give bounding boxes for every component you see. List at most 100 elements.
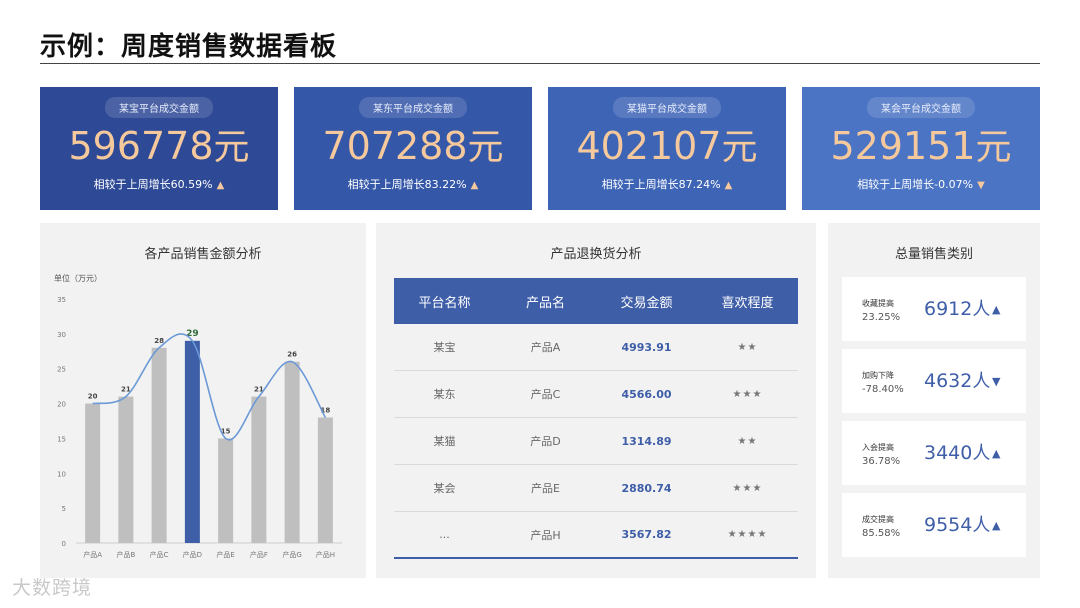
- bar-产品B: [118, 396, 134, 543]
- kpi-value: 529151元: [830, 124, 1012, 168]
- down-arrow-icon: ▼: [992, 375, 1001, 388]
- cell-platform: ...: [439, 528, 450, 541]
- table-panel-title: 产品退换货分析: [550, 247, 642, 262]
- table-row: 某猫 产品D 1314.89 ★★: [394, 418, 798, 465]
- cell-amount: 3567.82: [621, 528, 672, 541]
- category-card-cart: 加购下降 -78.40% 4632人 ▼: [842, 349, 1026, 413]
- up-arrow-icon: ▲: [992, 447, 1001, 460]
- header-product: 产品名: [525, 295, 565, 311]
- kpi-label: 某宝平台成交金额: [105, 97, 213, 118]
- kpi-compare: 相较于上周增长83.22% ▲: [347, 178, 479, 191]
- star-rating-icon: ★★: [737, 341, 758, 353]
- card-value: 9554人: [924, 514, 991, 536]
- bar-产品G: [284, 361, 300, 543]
- y-axis-unit-label: 单位（万元）: [54, 273, 102, 283]
- kpi-card-moudong: 某东平台成交金额 707288元 相较于上周增长83.22% ▲: [294, 87, 532, 210]
- card-value: 3440人: [924, 442, 991, 464]
- up-arrow-icon: ▲: [992, 303, 1001, 316]
- y-tick-label: 15: [57, 435, 66, 443]
- y-tick-label: 25: [57, 366, 66, 374]
- kpi-compare: 相较于上周增长-0.07% ▼: [857, 178, 985, 191]
- data-label: 20: [88, 393, 98, 401]
- card-label: 收藏提高 23.25%: [862, 299, 901, 323]
- y-tick-label: 20: [57, 401, 66, 409]
- cell-product: 产品E: [531, 482, 560, 495]
- header-rating: 喜欢程度: [721, 295, 774, 311]
- cell-amount: 1314.89: [621, 434, 672, 448]
- kpi-value: 707288元: [322, 124, 504, 168]
- data-label: 29: [186, 329, 199, 339]
- x-tick-label: 产品E: [216, 550, 234, 559]
- cell-platform: 某东: [433, 388, 456, 401]
- category-card-deals: 成交提高 85.58% 9554人 ▲: [842, 493, 1026, 557]
- up-arrow-icon: ▲: [216, 180, 225, 191]
- kpi-card-moumao: 某猫平台成交金额 402107元 相较于上周增长87.24% ▲: [548, 87, 786, 210]
- data-label: 28: [154, 337, 164, 345]
- y-tick-label: 30: [57, 331, 66, 339]
- sales-bar-chart: 单位（万元）0510152025303520产品A21产品B28产品C29产品D…: [54, 273, 342, 559]
- kpi-label: 某东平台成交金额: [359, 97, 467, 118]
- cell-platform: 某猫: [433, 435, 456, 448]
- cell-product: 产品A: [530, 341, 561, 354]
- x-tick-label: 产品G: [282, 550, 301, 559]
- star-rating-icon: ★★★★: [727, 529, 768, 540]
- cell-amount: 4993.91: [621, 340, 672, 354]
- table-header-row: 平台名称 产品名 交易金额 喜欢程度: [394, 278, 798, 324]
- x-tick-label: 产品B: [116, 550, 135, 559]
- cell-platform: 某会: [433, 482, 456, 495]
- card-label: 成交提高 85.58%: [862, 515, 901, 539]
- bar-产品D: [184, 340, 200, 543]
- header-amount: 交易金额: [620, 295, 673, 311]
- returns-table-panel: 产品退换货分析 平台名称 产品名 交易金额 喜欢程度 某宝 产品A 4993.9…: [376, 223, 816, 578]
- kpi-compare: 相较于上周增长60.59% ▲: [93, 178, 225, 191]
- watermark-logo: 大数跨境: [12, 577, 93, 599]
- table-row: 某会 产品E 2880.74 ★★★: [394, 465, 798, 512]
- cell-product: 产品D: [530, 435, 561, 448]
- y-tick-label: 10: [57, 470, 66, 478]
- cell-amount: 2880.74: [621, 481, 672, 495]
- up-arrow-icon: ▲: [470, 180, 479, 191]
- sales-chart-panel: 各产品销售金额分析 单位（万元） 0 5 10 15 20 25 30 35 20 产品A 21 产品B…: [40, 223, 366, 578]
- kpi-value: 596778元: [68, 124, 250, 168]
- x-tick-label: 产品C: [150, 550, 169, 559]
- star-rating-icon: ★★: [737, 435, 758, 447]
- title-divider: [40, 63, 1040, 64]
- card-value: 4632人: [924, 370, 991, 392]
- bar-产品F: [251, 396, 267, 543]
- returns-table: 平台名称 产品名 交易金额 喜欢程度 某宝 产品A 4993.91 ★★ 某东 …: [394, 278, 798, 559]
- kpi-label: 某猫平台成交金额: [613, 97, 721, 118]
- kpi-value: 402107元: [576, 124, 758, 168]
- kpi-label: 某会平台成交金额: [867, 97, 975, 118]
- up-arrow-icon: ▲: [992, 519, 1001, 532]
- bar-产品C: [151, 347, 167, 543]
- table-row: 某东 产品C 4566.00 ★★★: [394, 371, 798, 418]
- y-tick-label: 35: [57, 296, 66, 304]
- cell-platform: 某宝: [433, 341, 456, 354]
- y-tick-label: 0: [62, 540, 66, 548]
- table-row: 某宝 产品A 4993.91 ★★: [394, 324, 798, 371]
- x-tick-label: 产品F: [250, 550, 268, 559]
- kpi-compare: 相较于上周增长87.24% ▲: [601, 178, 733, 191]
- page-title: 示例：周度销售数据看板: [40, 32, 338, 62]
- category-card-membership: 入会提高 36.78% 3440人 ▲: [842, 421, 1026, 485]
- cell-product: 产品C: [530, 388, 561, 401]
- bar-产品E: [218, 438, 234, 543]
- bar-产品H: [317, 417, 333, 543]
- category-panel: 总量销售类别 收藏提高 23.25% 6912人 ▲ 加购下降 -78.40% 46…: [828, 223, 1040, 578]
- card-label: 入会提高 36.78%: [862, 443, 901, 467]
- cell-product: 产品H: [530, 528, 561, 542]
- x-tick-label: 产品D: [183, 550, 202, 559]
- y-tick-label: 5: [62, 505, 66, 513]
- card-value: 6912人: [924, 298, 991, 320]
- star-rating-icon: ★★★: [732, 388, 763, 400]
- cell-amount: 4566.00: [621, 387, 672, 401]
- x-tick-label: 产品A: [83, 550, 102, 559]
- down-arrow-icon: ▼: [977, 180, 985, 191]
- kpi-card-moubao: 某宝平台成交金额 596778元 相较于上周增长60.59% ▲: [40, 87, 278, 210]
- bar-产品A: [85, 403, 101, 543]
- category-card-favorites: 收藏提高 23.25% 6912人 ▲: [842, 277, 1026, 341]
- data-label: 26: [287, 351, 297, 359]
- x-tick-label: 产品H: [316, 550, 335, 559]
- category-panel-title: 总量销售类别: [894, 247, 973, 262]
- star-rating-icon: ★★★: [732, 482, 763, 494]
